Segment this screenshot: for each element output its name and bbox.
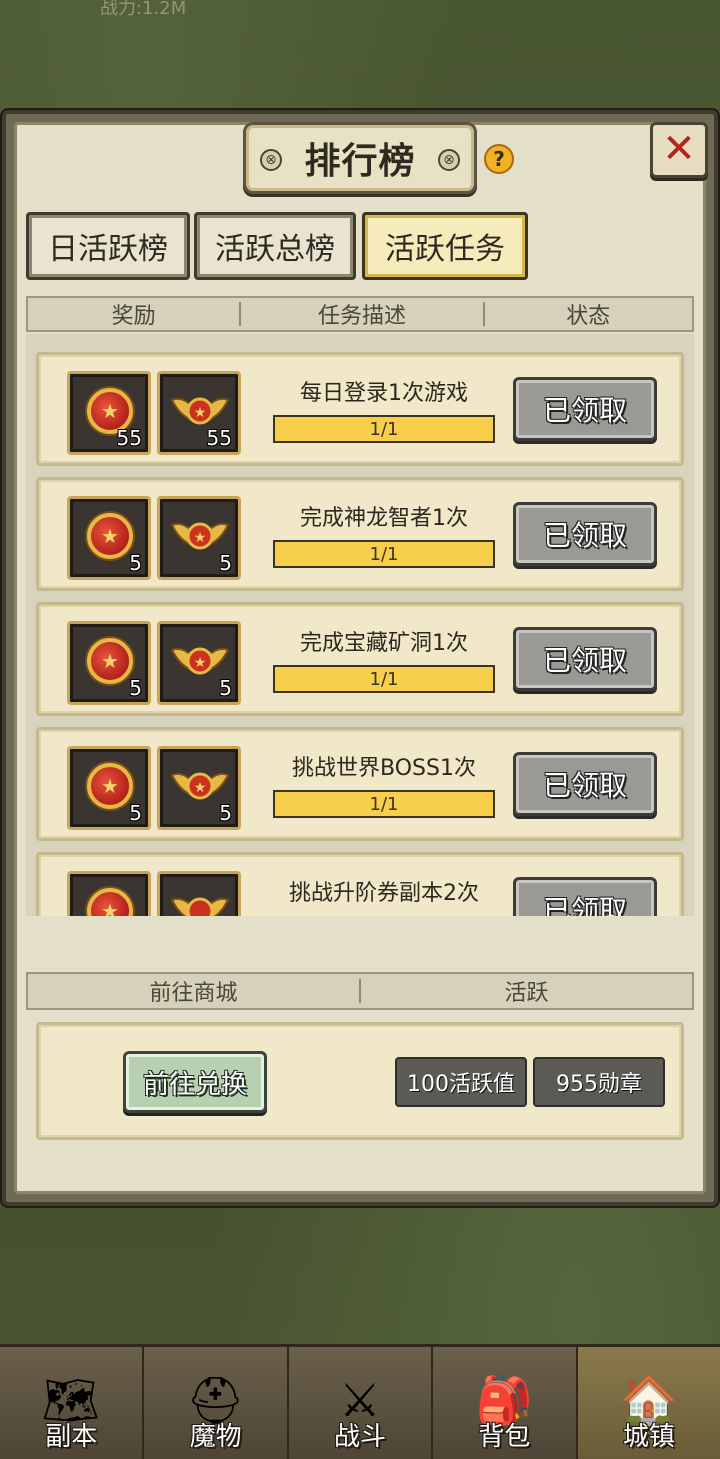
tab-total-active[interactable]: 活跃总榜 [194,212,356,280]
nav-item-dungeon[interactable]: 🗺 副本 [0,1347,145,1459]
winged-medal-icon: ★ [170,647,230,675]
close-button[interactable]: ✕ [650,122,708,178]
svg-text:★: ★ [194,530,207,546]
reward-slot-red-medal[interactable]: ★ 5 [67,746,151,830]
claimed-button[interactable]: 已领取 [513,377,657,441]
nav-item-monsters[interactable]: ⛑ 魔物 [144,1347,289,1459]
task-list[interactable]: ★ 55 ★ 55 每日登录1次游戏 1/1 已领取 ★ 5 ★ 5 完成神龙智… [26,334,694,916]
task-description: 每日登录1次游戏 [300,381,468,406]
task-progress-bar: 1/1 [273,540,495,568]
reward-slot-red-medal[interactable]: ★ 5 [67,496,151,580]
column-reward: 奖励 [111,304,156,329]
winged-medal-icon: ★ [170,522,230,550]
reward-slot-winged-medal[interactable]: ★ 5 [157,746,241,830]
shop-card: 前往兑换 100活跃值 955勋章 [36,1022,684,1140]
task-progress-bar: 1/1 [273,665,495,693]
task-row: ★ 55 ★ 55 每日登录1次游戏 1/1 已领取 [36,352,684,466]
column-status: 状态 [566,304,611,329]
nav-label: 副本 [45,1422,98,1452]
claimed-button[interactable]: 已领取 [513,877,657,916]
reward-count: 5 [129,801,142,825]
medal-value-badge: 955勋章 [533,1057,665,1107]
title-knob-right-icon: ⊗ [438,149,460,171]
shop-column-header: 前往商城 活跃 [26,972,694,1010]
claimed-button[interactable]: 已领取 [513,502,657,566]
page-title: 排行榜 [304,141,416,182]
reward-count: 5 [219,801,232,825]
nav-item-town[interactable]: 🏠 城镇 [577,1347,720,1459]
reward-count: 5 [129,676,142,700]
red-star-medal-icon: ★ [87,513,133,559]
reward-count: 5 [129,551,142,575]
reward-count: 55 [206,426,232,450]
task-progress-bar: 1/1 [273,415,495,443]
combat-power-text: 战力:1.2M [100,0,187,19]
help-icon[interactable]: ? [484,144,514,174]
task-row: ★ 挑战升阶券副本2次 已领取 [36,852,684,916]
reward-slot-winged-medal[interactable]: ★ 55 [157,371,241,455]
task-row: ★ 5 ★ 5 完成宝藏矿洞1次 1/1 已领取 [36,602,684,716]
reward-slot-winged-medal[interactable]: ★ 5 [157,621,241,705]
task-description: 挑战升阶券副本2次 [289,881,479,906]
nav-label: 城镇 [622,1422,675,1452]
reward-count: 55 [116,426,142,450]
task-description: 挑战世界BOSS1次 [292,756,476,781]
reward-count: 5 [219,551,232,575]
column-active: 活跃 [504,981,549,1006]
column-go-shop: 前往商城 [149,981,238,1006]
active-value-badge: 100活跃值 [395,1057,527,1107]
red-star-medal-icon: ★ [87,638,133,684]
reward-slot-winged-medal[interactable]: ★ 5 [157,496,241,580]
claimed-button[interactable]: 已领取 [513,627,657,691]
task-progress-bar: 1/1 [273,790,495,818]
reward-count: 5 [219,676,232,700]
task-description: 完成宝藏矿洞1次 [300,631,468,656]
nav-label: 背包 [478,1422,531,1452]
tab-active-tasks[interactable]: 活跃任务 [362,212,528,280]
claimed-button[interactable]: 已领取 [513,752,657,816]
task-row: ★ 5 ★ 5 完成神龙智者1次 1/1 已领取 [36,477,684,591]
tab-daily-active[interactable]: 日活跃榜 [26,212,190,280]
svg-text:★: ★ [194,780,207,796]
nav-label: 战斗 [334,1422,387,1452]
reward-slot-winged-medal[interactable] [157,871,241,916]
winged-medal-icon: ★ [170,772,230,800]
nav-item-battle[interactable]: ⚔ 战斗 [288,1347,434,1459]
title-plate: ⊗ 排行榜 ⊗ [243,122,477,194]
winged-medal-icon [170,897,230,916]
task-description: 完成神龙智者1次 [300,506,468,531]
column-description: 任务描述 [317,304,406,329]
reward-slot-red-medal[interactable]: ★ 55 [67,371,151,455]
red-star-medal-icon: ★ [87,888,133,916]
nav-item-backpack[interactable]: 🎒 背包 [433,1347,578,1459]
red-star-medal-icon: ★ [87,763,133,809]
bottom-navigation: 🗺 副本 ⛑ 魔物 ⚔ 战斗 🎒 背包 🏠 城镇 [0,1344,720,1459]
reward-slot-red-medal[interactable]: ★ [67,871,151,916]
reward-slot-red-medal[interactable]: ★ 5 [67,621,151,705]
winged-medal-icon: ★ [170,397,230,425]
task-row: ★ 5 ★ 5 挑战世界BOSS1次 1/1 已领取 [36,727,684,841]
go-exchange-button[interactable]: 前往兑换 [123,1051,267,1113]
title-knob-left-icon: ⊗ [260,149,282,171]
svg-text:★: ★ [194,655,207,671]
nav-label: 魔物 [189,1422,242,1452]
svg-text:★: ★ [194,405,207,421]
task-column-header: 奖励 任务描述 状态 [26,296,694,332]
